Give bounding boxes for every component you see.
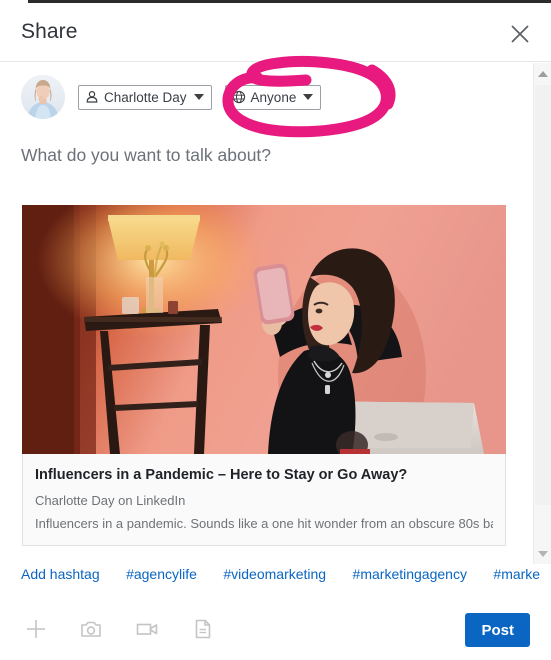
audience-label: Anyone — [250, 89, 297, 105]
add-document-button[interactable] — [188, 616, 218, 646]
link-preview-image — [22, 205, 506, 454]
share-dialog: Share Charlotte Day Anyone What do you w… — [0, 0, 551, 660]
hashtag-chip[interactable]: #marketingagency — [353, 566, 467, 582]
scrollbar-thumb[interactable] — [535, 85, 551, 505]
link-preview-meta: Influencers in a Pandemic – Here to Stay… — [22, 454, 506, 547]
globe-icon — [232, 90, 246, 104]
add-video-button[interactable] — [132, 616, 162, 646]
plus-icon — [24, 617, 48, 646]
add-photo-button[interactable] — [76, 616, 106, 646]
link-preview-title: Influencers in a Pandemic – Here to Stay… — [35, 467, 408, 483]
add-media-button[interactable] — [21, 616, 51, 646]
close-button[interactable] — [503, 17, 537, 51]
author-row: Charlotte Day Anyone — [21, 75, 322, 119]
link-preview-card[interactable]: Influencers in a Pandemic – Here to Stay… — [22, 205, 506, 547]
person-icon — [85, 90, 99, 104]
dialog-header: Share — [0, 3, 551, 62]
chevron-down-icon — [303, 94, 314, 100]
composer-text-input[interactable]: What do you want to talk about? — [21, 145, 271, 166]
author-name-label: Charlotte Day — [104, 89, 187, 105]
video-camera-icon — [135, 617, 159, 646]
page-title: Share — [21, 20, 78, 43]
composer-scroll-region: Charlotte Day Anyone What do you want to… — [0, 63, 551, 564]
add-hashtag-link[interactable]: Add hashtag — [21, 566, 100, 582]
close-icon — [503, 23, 537, 45]
chevron-down-icon — [537, 550, 548, 557]
scroll-up-arrow[interactable] — [534, 65, 551, 82]
camera-icon — [79, 617, 103, 646]
vertical-scrollbar[interactable] — [533, 63, 551, 564]
document-icon — [191, 617, 215, 646]
scroll-down-arrow[interactable] — [534, 545, 551, 562]
chevron-down-icon — [193, 94, 204, 100]
chevron-up-icon — [537, 70, 548, 77]
audience-dropdown[interactable]: Anyone — [224, 84, 322, 110]
composer-toolbar: Post — [0, 602, 551, 660]
author-name-dropdown[interactable]: Charlotte Day — [78, 84, 212, 110]
link-preview-source: Charlotte Day on LinkedIn — [35, 493, 186, 509]
post-button[interactable]: Post — [465, 613, 530, 647]
hashtag-chip[interactable]: #marke — [493, 566, 540, 582]
avatar[interactable] — [21, 75, 65, 119]
hashtag-suggestions: Add hashtag #agencylife #videomarketing … — [0, 566, 551, 598]
hashtag-chip[interactable]: #agencylife — [126, 566, 197, 582]
link-preview-description: Influencers in a pandemic. Sounds like a… — [35, 516, 493, 532]
hashtag-chip[interactable]: #videomarketing — [223, 566, 326, 582]
